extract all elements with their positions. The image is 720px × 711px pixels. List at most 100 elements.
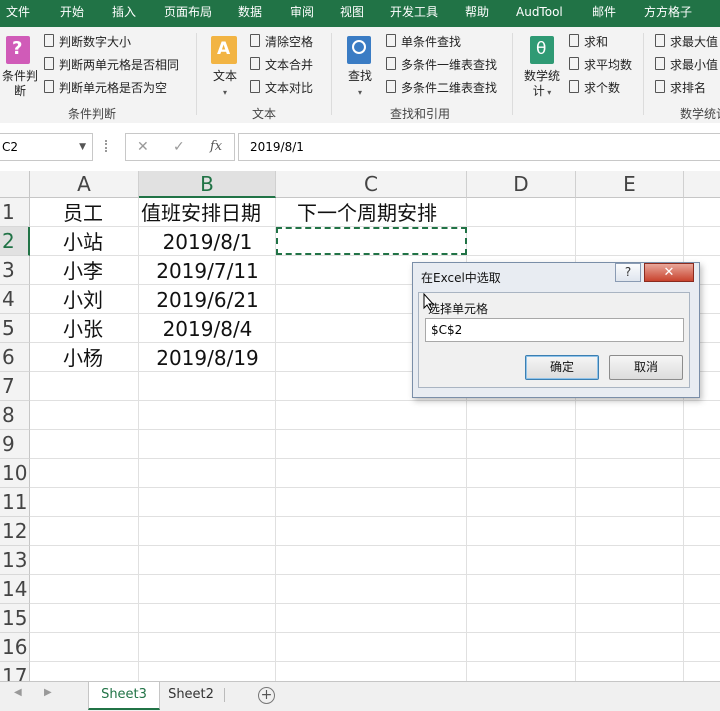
row-header-14[interactable]: 14 — [0, 575, 30, 604]
cell-a2[interactable]: 小站 — [63, 228, 103, 257]
cancel-button[interactable]: 取消 — [609, 355, 683, 380]
row-header-11[interactable]: 11 — [0, 488, 30, 517]
sheet-tab-sheet3[interactable]: Sheet3 — [88, 682, 160, 710]
text-item-2[interactable]: 文本合并 — [250, 56, 313, 74]
cell-a3[interactable]: 小李 — [63, 257, 103, 286]
group-separator — [643, 33, 644, 115]
row-header-2[interactable]: 2 — [0, 227, 30, 256]
row-header-16[interactable]: 16 — [0, 633, 30, 662]
enter-icon[interactable]: ✓ — [173, 134, 185, 160]
stats-item-sum[interactable]: 求和 — [569, 33, 608, 51]
cell-a1[interactable]: 员工 — [63, 199, 103, 228]
row-header-5[interactable]: 5 — [0, 314, 30, 343]
sheet-tab-sheet2[interactable]: Sheet2 — [160, 682, 222, 708]
math-stats-button[interactable]: 数学统 计 ▾ — [521, 69, 563, 100]
cond-item-1[interactable]: 判断数字大小 — [44, 33, 131, 51]
insert-function-icon[interactable]: fx — [210, 134, 222, 160]
cell-b2[interactable]: 2019/8/1 — [139, 228, 276, 257]
cell-b1[interactable]: 值班安排日期 — [141, 199, 261, 228]
text-item-3[interactable]: 文本对比 — [250, 79, 313, 97]
formula-bar-grip[interactable] — [105, 140, 109, 152]
tab-home[interactable]: 开始 — [60, 0, 84, 27]
tab-audtool[interactable]: AudTool — [516, 0, 563, 27]
cell-b4[interactable]: 2019/6/21 — [139, 286, 276, 315]
column-header-d[interactable]: D — [467, 171, 576, 198]
cond-group-label: 条件判断 — [68, 107, 117, 121]
help-icon[interactable]: ? — [615, 263, 641, 282]
column-header-a[interactable]: A — [30, 171, 139, 198]
scroll-left-icon[interactable]: ◀ — [14, 687, 22, 698]
ribbon-tab-bar: 文件 开始 插入 页面布局 数据 审阅 视图 开发工具 帮助 AudTool 邮… — [0, 0, 720, 27]
stats-item-rank[interactable]: 求排名 — [655, 79, 706, 97]
column-header-f[interactable] — [684, 171, 720, 198]
checkbox-icon — [250, 34, 260, 47]
row-header-7[interactable]: 7 — [0, 372, 30, 401]
cell-reference-input[interactable]: $C$2 — [425, 318, 684, 342]
ribbon: ? 条件判 断 判断数字大小 判断两单元格是否相同 判断单元格是否为空 条件判断… — [0, 27, 720, 124]
checkbox-icon — [44, 80, 54, 93]
find-item-1[interactable]: 单条件查找 — [386, 33, 461, 51]
tab-view[interactable]: 视图 — [340, 0, 364, 27]
checkbox-icon — [250, 57, 260, 70]
grid-line — [30, 603, 720, 604]
stats-item-average[interactable]: 求平均数 — [569, 56, 632, 74]
tab-data[interactable]: 数据 — [238, 0, 262, 27]
cell-b6[interactable]: 2019/8/19 — [139, 344, 276, 373]
stats-item-min[interactable]: 求最小值 — [655, 56, 718, 74]
tab-insert[interactable]: 插入 — [112, 0, 136, 27]
cancel-icon[interactable]: ✕ — [137, 134, 149, 160]
row-header-6[interactable]: 6 — [0, 343, 30, 372]
add-sheet-icon[interactable]: + — [258, 687, 275, 704]
checkbox-icon — [569, 80, 579, 93]
checkbox-icon — [386, 57, 396, 70]
tab-fangfang[interactable]: 方方格子 — [644, 0, 692, 27]
name-box[interactable]: C2 ▼ — [0, 133, 93, 161]
cell-c1[interactable]: 下一个周期安排 — [297, 199, 437, 228]
formula-input[interactable]: 2019/8/1 — [238, 133, 720, 161]
text-item-1[interactable]: 清除空格 — [250, 33, 313, 51]
column-header-b[interactable]: B — [139, 171, 276, 198]
cond-item-2[interactable]: 判断两单元格是否相同 — [44, 56, 179, 74]
cond-item-3[interactable]: 判断单元格是否为空 — [44, 79, 167, 97]
row-header-12[interactable]: 12 — [0, 517, 30, 546]
row-header-10[interactable]: 10 — [0, 459, 30, 488]
group-separator — [331, 33, 332, 115]
find-button[interactable]: 查找 ▾ — [340, 69, 380, 100]
chevron-down-icon[interactable]: ▼ — [79, 134, 86, 160]
cell-a5[interactable]: 小张 — [63, 315, 103, 344]
find-item-2[interactable]: 多条件一维表查找 — [386, 56, 497, 74]
row-header-4[interactable]: 4 — [0, 285, 30, 314]
grid-line — [30, 487, 720, 488]
ok-button[interactable]: 确定 — [525, 355, 599, 380]
column-header-c[interactable]: C — [276, 171, 467, 198]
stats-item-count[interactable]: 求个数 — [569, 79, 620, 97]
row-header-17[interactable]: 17 — [0, 662, 30, 681]
row-header-9[interactable]: 9 — [0, 430, 30, 459]
tab-mail[interactable]: 邮件 — [592, 0, 616, 27]
scroll-right-icon[interactable]: ▶ — [44, 687, 52, 698]
grid-line — [30, 458, 720, 459]
tab-file[interactable]: 文件 — [6, 0, 30, 27]
tab-page-layout[interactable]: 页面布局 — [164, 0, 212, 27]
math-stats-icon: θ — [530, 36, 554, 64]
cell-a4[interactable]: 小刘 — [63, 286, 103, 315]
row-header-15[interactable]: 15 — [0, 604, 30, 633]
cell-b3[interactable]: 2019/7/11 — [139, 257, 276, 286]
row-header-1[interactable]: 1 — [0, 198, 30, 227]
find-item-3[interactable]: 多条件二维表查找 — [386, 79, 497, 97]
row-header-3[interactable]: 3 — [0, 256, 30, 285]
tab-help[interactable]: 帮助 — [465, 0, 489, 27]
tab-developer[interactable]: 开发工具 — [390, 0, 438, 27]
row-header-8[interactable]: 8 — [0, 401, 30, 430]
tab-review[interactable]: 审阅 — [290, 0, 314, 27]
cell-a6[interactable]: 小杨 — [63, 344, 103, 373]
column-header-e[interactable]: E — [576, 171, 684, 198]
selection-marquee-c2[interactable] — [276, 227, 467, 255]
text-button[interactable]: 文本 ▾ — [206, 69, 244, 100]
stats-item-max[interactable]: 求最大值 — [655, 33, 718, 51]
cell-b5[interactable]: 2019/8/4 — [139, 315, 276, 344]
cond-judge-button[interactable]: 条件判 断 — [0, 69, 40, 99]
row-header-13[interactable]: 13 — [0, 546, 30, 575]
close-icon[interactable]: ✕ — [644, 263, 694, 282]
select-all-corner[interactable] — [0, 171, 30, 198]
